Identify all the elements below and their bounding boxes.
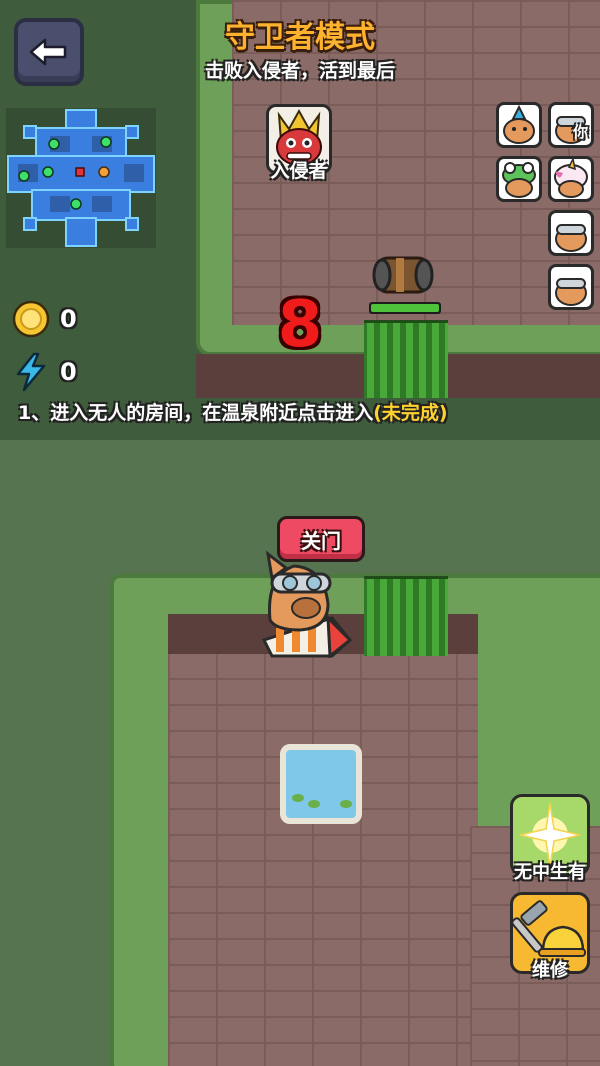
- player-slot[interactable]: [548, 156, 594, 202]
- task-objective: 1、进入无人的房间，在温泉附近点击进入(未完成): [18, 398, 593, 425]
- capybara-frog-hat-icon: [502, 162, 536, 198]
- skill-label-create: 无中生有: [514, 862, 586, 883]
- player-slot[interactable]: [548, 210, 594, 256]
- hot-spring-pool[interactable]: [280, 744, 362, 824]
- close-door-button[interactable]: 关门: [277, 516, 365, 562]
- mode-subtitle: 击败入侵者，活到最后: [204, 60, 395, 82]
- task-status: (未完成): [373, 402, 448, 424]
- lightning-icon: [16, 352, 46, 392]
- capybara-unicorn-hat-icon: [554, 159, 588, 198]
- task-text: 1、进入无人的房间，在温泉附近点击进入: [18, 402, 374, 424]
- minimap[interactable]: [6, 108, 156, 248]
- player-slot-you[interactable]: 你: [548, 102, 594, 148]
- capybara-goggles-icon: [555, 278, 587, 306]
- invader-health-bar: [369, 302, 441, 314]
- coin-icon: [12, 300, 50, 338]
- player-slot[interactable]: [496, 102, 542, 148]
- bamboo-door-upper: [364, 320, 448, 398]
- you-tag: 你: [572, 123, 588, 141]
- invader-label: 入侵者: [270, 160, 328, 182]
- door-countdown: 8: [277, 288, 323, 362]
- invader-unit-icon: [372, 252, 434, 298]
- capybara-blue-crest-icon: [503, 105, 535, 144]
- mode-title: 守卫者模式: [225, 20, 375, 55]
- skill-label-repair: 维修: [532, 960, 568, 981]
- player-slots: 你: [496, 102, 596, 314]
- lower-room-floor: [168, 652, 478, 1066]
- coin-counter: 0: [12, 300, 77, 338]
- energy-count: 0: [60, 358, 77, 386]
- player-slot[interactable]: [548, 264, 594, 310]
- capybara-goggles-icon: [555, 224, 587, 252]
- coin-count: 0: [60, 305, 77, 333]
- energy-counter: 0: [14, 352, 77, 392]
- player-slot[interactable]: [496, 156, 542, 202]
- bamboo-door-lower[interactable]: [364, 576, 448, 656]
- player-character-icon: [242, 548, 353, 659]
